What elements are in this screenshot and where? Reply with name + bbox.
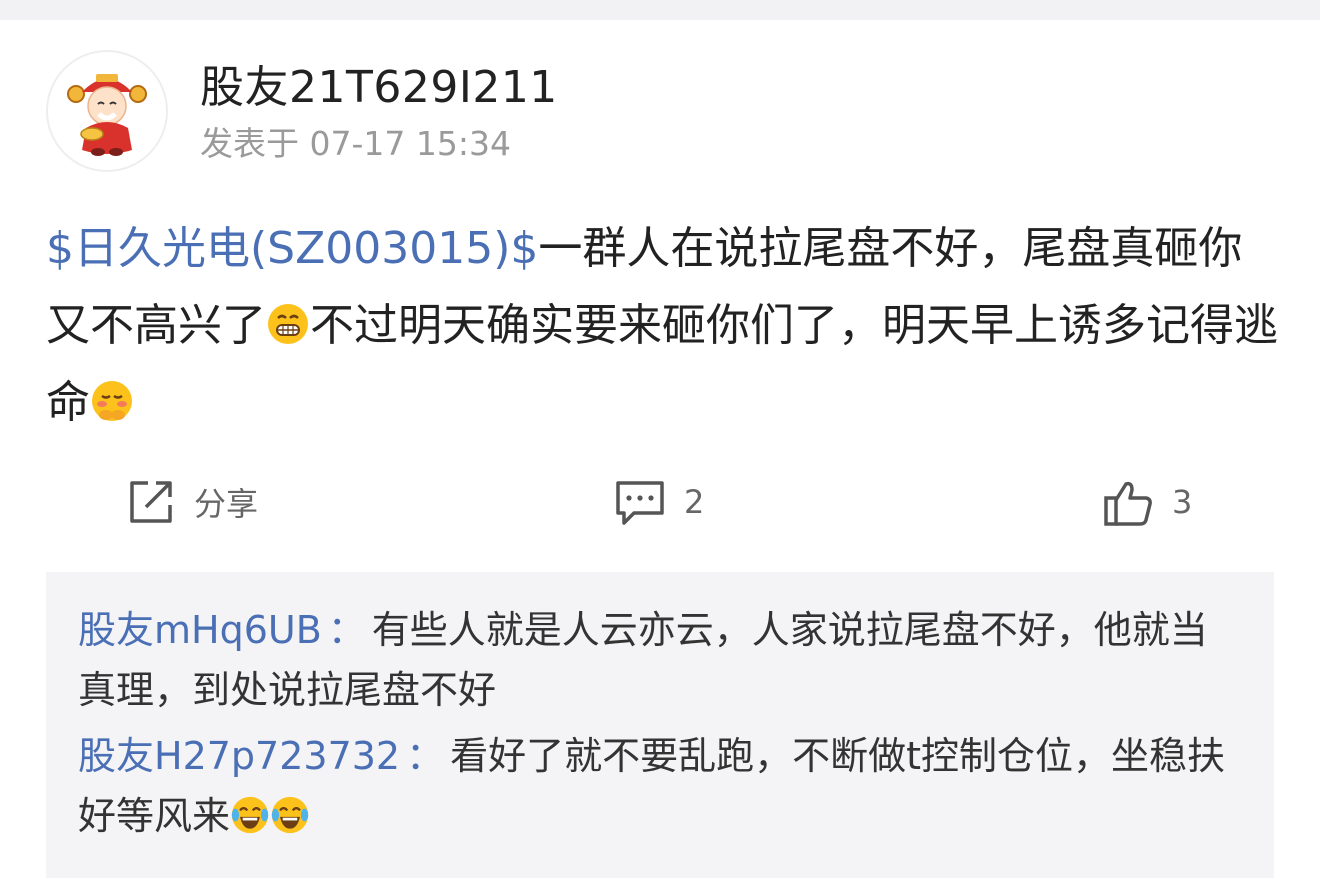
comment-item[interactable]: 股友mHq6UB：有些人就是人云亦云，人家说拉尾盘不好，他就当真理，到处说拉尾盘… <box>78 600 1242 720</box>
grin-emoji-icon <box>268 304 308 344</box>
top-bar <box>0 0 1320 20</box>
share-label: 分享 <box>194 485 259 523</box>
comment-item[interactable]: 股友H27p723732：看好了就不要乱跑，不断做t控制仓位，坐稳扶好等风来 <box>78 726 1242 846</box>
stock-tag-link[interactable]: $日久光电(SZ003015)$ <box>46 223 538 274</box>
avatar[interactable] <box>46 50 168 172</box>
comment-separator: ： <box>406 734 445 778</box>
avatar-caishen-icon <box>67 74 147 156</box>
thumbs-up-icon <box>1104 481 1152 526</box>
post-actions: 分享 2 3 <box>0 470 1320 534</box>
laugh-cry-emoji-icon <box>271 796 309 834</box>
comment-author[interactable]: 股友H27p723732 <box>78 734 400 778</box>
username[interactable]: 股友21T629I211 <box>200 60 558 116</box>
share-icon <box>130 481 172 523</box>
comment-button[interactable]: 2 <box>614 470 704 534</box>
comment-author[interactable]: 股友mHq6UB <box>78 608 322 652</box>
post-time: 发表于 07-17 15:34 <box>200 124 511 163</box>
like-count: 3 <box>1172 483 1193 521</box>
comment-icon <box>616 481 664 525</box>
laugh-cry-emoji-icon <box>231 796 269 834</box>
comments-panel: 股友mHq6UB：有些人就是人云亦云，人家说拉尾盘不好，他就当真理，到处说拉尾盘… <box>46 572 1274 878</box>
post-content: $日久光电(SZ003015)$一群人在说拉尾盘不好，尾盘真砸你又不高兴了 不过明… <box>46 210 1286 441</box>
shy-face-emoji-icon <box>92 381 132 421</box>
share-button[interactable]: 分享 <box>126 470 258 534</box>
comment-count: 2 <box>684 483 705 521</box>
like-button[interactable]: 3 <box>1102 470 1192 534</box>
comment-separator: ： <box>327 608 366 652</box>
